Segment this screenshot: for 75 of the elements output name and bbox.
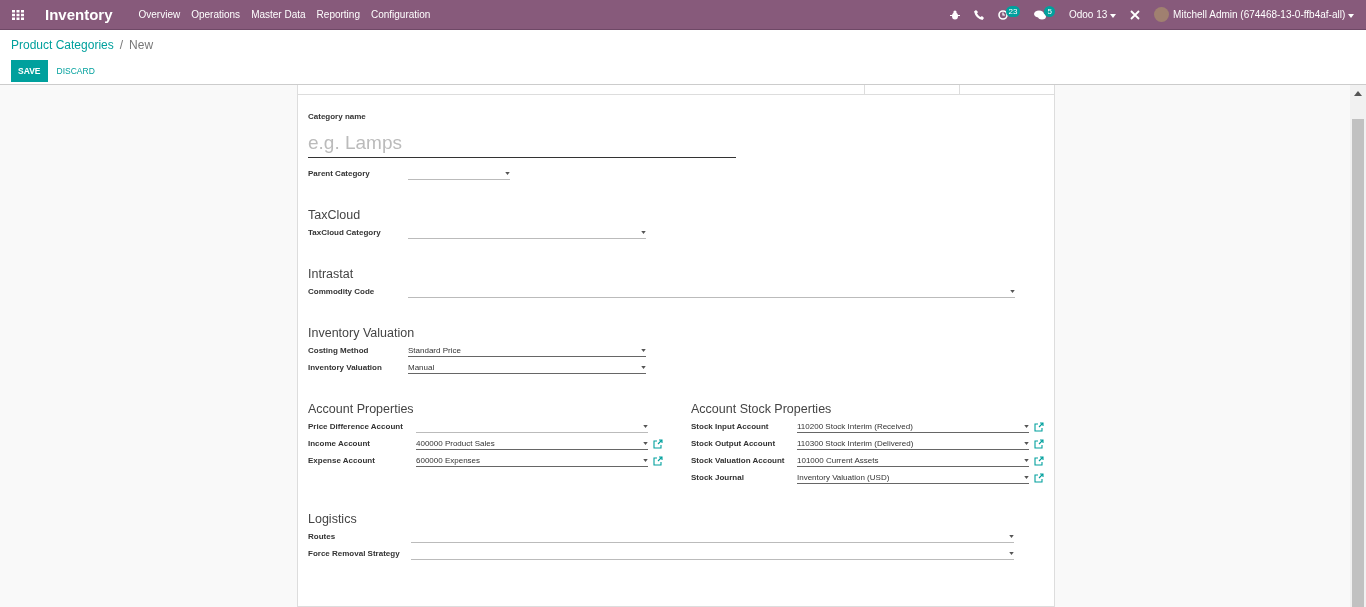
chat-bubbles-icon[interactable] bbox=[1034, 9, 1047, 20]
section-title: Logistics bbox=[308, 512, 358, 526]
field-label: Price Difference Account bbox=[308, 422, 404, 431]
field-label: Stock Input Account bbox=[691, 422, 770, 431]
caret-icon[interactable] bbox=[1024, 441, 1029, 445]
discard-button[interactable]: DISCARD bbox=[51, 60, 100, 82]
select-field[interactable]: 400000 Product Sales bbox=[416, 437, 648, 450]
caret-icon[interactable] bbox=[641, 348, 646, 352]
field-label: TaxCloud Category bbox=[308, 228, 382, 237]
database-menu[interactable]: Odoo 13 bbox=[1068, 9, 1117, 20]
section-title: Inventory Valuation bbox=[308, 326, 416, 340]
field-label: Income Account bbox=[308, 439, 371, 448]
external-link-icon[interactable] bbox=[1034, 438, 1044, 449]
field-label: Stock Valuation Account bbox=[691, 456, 786, 465]
external-link-icon[interactable] bbox=[653, 438, 663, 449]
field-label: Expense Account bbox=[308, 456, 376, 465]
section-title: TaxCloud bbox=[308, 208, 362, 222]
apps-grid-icon[interactable] bbox=[12, 9, 24, 20]
field-label: Routes bbox=[308, 532, 337, 541]
section-title: Account Properties bbox=[308, 402, 415, 416]
scrollbar[interactable] bbox=[1350, 85, 1366, 607]
field-label: Category name bbox=[308, 112, 367, 121]
caret-icon[interactable] bbox=[1024, 458, 1029, 462]
section-title: Account Stock Properties bbox=[691, 402, 833, 416]
field-label: Stock Output Account bbox=[691, 439, 777, 448]
field-label: Inventory Valuation bbox=[308, 363, 383, 372]
bug-icon[interactable] bbox=[949, 9, 960, 20]
caret-icon[interactable] bbox=[1024, 424, 1029, 428]
external-link-icon[interactable] bbox=[653, 455, 663, 466]
caret-icon[interactable] bbox=[641, 230, 646, 234]
caret-icon[interactable] bbox=[1009, 551, 1014, 555]
select-field[interactable]: Inventory Valuation (USD) bbox=[797, 471, 1029, 484]
external-link-icon[interactable] bbox=[1034, 455, 1044, 466]
message-count-badge: 5 bbox=[1044, 6, 1055, 17]
select-field[interactable]: Standard Price bbox=[408, 344, 646, 357]
menu-item[interactable]: Overview bbox=[138, 9, 181, 20]
activity-count-badge: 23 bbox=[1005, 6, 1021, 17]
menu-item[interactable]: Operations bbox=[191, 9, 241, 20]
caret-icon[interactable] bbox=[505, 171, 510, 175]
breadcrumb-current: New bbox=[129, 38, 154, 52]
field-label: Commodity Code bbox=[308, 287, 376, 296]
caret-icon[interactable] bbox=[641, 365, 646, 369]
clock-icon[interactable] bbox=[997, 9, 1008, 20]
scroll-up-icon[interactable] bbox=[1354, 91, 1362, 96]
breadcrumb-link[interactable]: Product Categories bbox=[11, 38, 114, 52]
select-field[interactable]: 101000 Current Assets bbox=[797, 454, 1029, 467]
select-field[interactable]: Manual bbox=[408, 361, 646, 374]
user-avatar bbox=[1154, 7, 1170, 22]
section-title: Intrastat bbox=[308, 267, 355, 281]
caret-icon[interactable] bbox=[1009, 534, 1014, 538]
field-label: Force Removal Strategy bbox=[308, 549, 401, 558]
external-link-icon[interactable] bbox=[1034, 421, 1044, 432]
caret-icon[interactable] bbox=[643, 458, 648, 462]
caret-icon[interactable] bbox=[643, 424, 648, 428]
field-label: Costing Method bbox=[308, 346, 370, 355]
app-title: Inventory bbox=[45, 6, 113, 23]
caret-icon[interactable] bbox=[1024, 475, 1029, 479]
caret-icon[interactable] bbox=[1110, 14, 1117, 18]
crossed-tools-icon[interactable] bbox=[1130, 9, 1141, 20]
breadcrumb-separator: / bbox=[119, 38, 124, 52]
menu-item[interactable]: Master Data bbox=[251, 9, 306, 20]
caret-icon[interactable] bbox=[643, 441, 648, 445]
caret-icon[interactable] bbox=[1010, 289, 1015, 293]
field-label: Parent Category bbox=[308, 169, 371, 178]
user-menu[interactable]: Mitchell Admin (674468-13-0-ffb4af-all) bbox=[1173, 9, 1354, 20]
save-button[interactable]: SAVE bbox=[11, 60, 48, 82]
select-field[interactable]: 600000 Expenses bbox=[416, 454, 648, 467]
select-field[interactable]: 110300 Stock Interim (Delivered) bbox=[797, 437, 1029, 450]
menu-item[interactable]: Configuration bbox=[370, 9, 431, 20]
menu-item[interactable]: Reporting bbox=[316, 9, 360, 20]
caret-icon[interactable] bbox=[1348, 14, 1354, 18]
external-link-icon[interactable] bbox=[1034, 472, 1044, 483]
select-field[interactable]: 110200 Stock Interim (Received) bbox=[797, 420, 1029, 433]
field-label: Stock Journal bbox=[691, 473, 745, 482]
phone-icon[interactable] bbox=[973, 9, 984, 20]
